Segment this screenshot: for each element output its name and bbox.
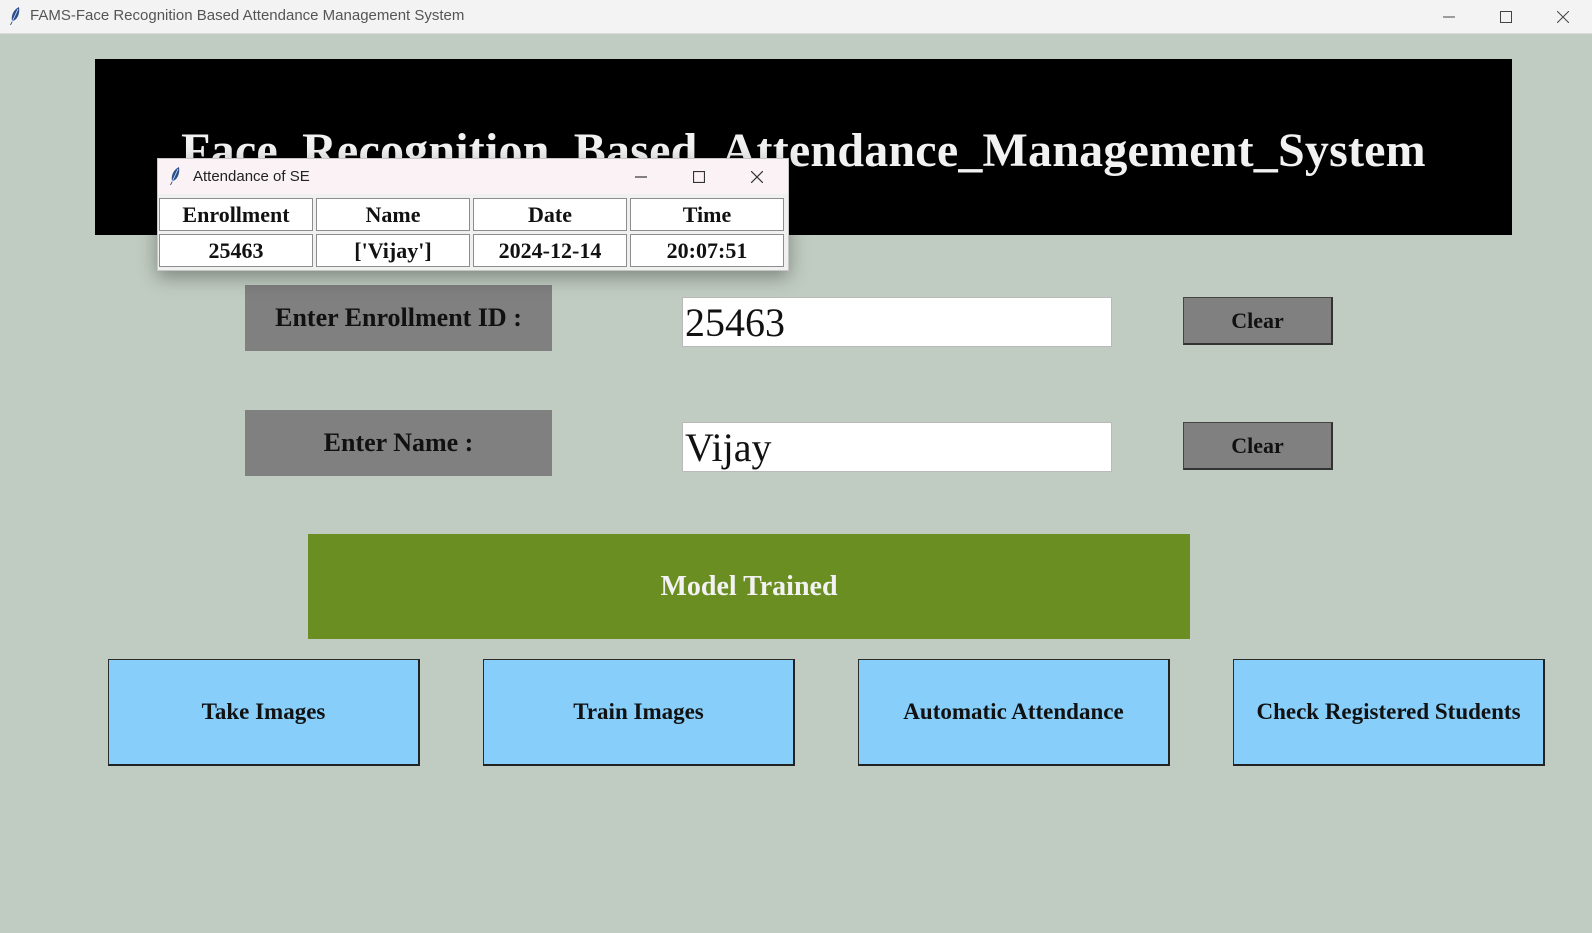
table-cell: 2024-12-14 (473, 234, 627, 267)
clear-enrollment-button[interactable]: Clear (1183, 297, 1333, 345)
popup-title: Attendance of SE (193, 168, 310, 185)
main-title-bar: FAMS-Face Recognition Based Attendance M… (0, 0, 1592, 34)
automatic-attendance-button[interactable]: Automatic Attendance (858, 659, 1170, 766)
minimize-icon (635, 175, 647, 178)
clear-name-button[interactable]: Clear (1183, 422, 1333, 470)
feather-icon (170, 167, 180, 185)
close-button[interactable] (1534, 0, 1592, 33)
maximize-icon (693, 170, 705, 183)
name-input[interactable] (682, 422, 1112, 472)
table-header-cell: Name (316, 198, 470, 231)
maximize-button[interactable] (1477, 0, 1535, 33)
table-header-cell: Time (630, 198, 784, 231)
popup-title-bar: Attendance of SE (158, 159, 788, 194)
minimize-button[interactable] (1420, 0, 1478, 33)
window-title: FAMS-Face Recognition Based Attendance M… (30, 7, 465, 24)
train-images-button[interactable]: Train Images (483, 659, 795, 766)
take-images-button[interactable]: Take Images (108, 659, 420, 766)
table-cell: 20:07:51 (630, 234, 784, 267)
table-header-cell: Enrollment (159, 198, 313, 231)
popup-close-button[interactable] (728, 159, 786, 194)
status-message: Model Trained (308, 534, 1190, 639)
feather-icon (10, 7, 20, 25)
table-cell: ['Vijay'] (316, 234, 470, 267)
popup-minimize-button[interactable] (612, 159, 670, 194)
maximize-icon (1500, 10, 1512, 23)
table-cell: 25463 (159, 234, 313, 267)
enrollment-label: Enter Enrollment ID : (245, 285, 552, 351)
minimize-icon (1443, 16, 1455, 17)
popup-maximize-button[interactable] (670, 159, 728, 194)
enrollment-input[interactable] (682, 297, 1112, 347)
check-registered-students-button[interactable]: Check Registered Students (1233, 659, 1545, 766)
attendance-popup-window: Attendance of SE Enrollment Name Date Ti… (157, 158, 789, 271)
close-icon (1557, 10, 1569, 23)
table-header-cell: Date (473, 198, 627, 231)
name-label: Enter Name : (245, 410, 552, 476)
close-icon (751, 170, 763, 183)
